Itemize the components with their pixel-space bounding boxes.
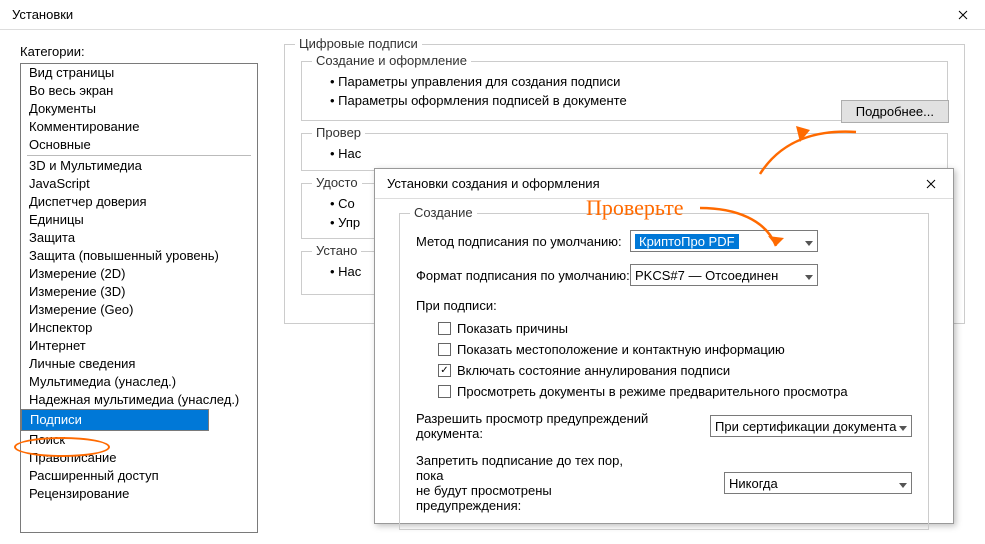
sign-format-label: Формат подписания по умолчанию: — [416, 268, 630, 283]
checkbox-preview-mode[interactable]: Просмотреть документы в режиме предварит… — [438, 384, 912, 399]
sidebar-item[interactable]: Измерение (2D) — [21, 265, 257, 283]
sidebar-item[interactable]: Личные сведения — [21, 355, 257, 373]
sidebar-item[interactable]: Интернет — [21, 337, 257, 355]
dialog-title: Установки создания и оформления — [387, 176, 600, 191]
chevron-down-icon — [805, 234, 813, 249]
sidebar-item[interactable]: Измерение (Geo) — [21, 301, 257, 319]
close-icon — [958, 10, 968, 20]
subgroup-title: Удосто — [312, 175, 362, 190]
sidebar-item[interactable]: Документы — [21, 100, 257, 118]
sign-method-select[interactable]: КриптоПро PDF — [630, 230, 818, 252]
sidebar-item[interactable]: Надежная мультимедиа (унаслед.) — [21, 391, 257, 409]
sidebar-item[interactable]: Защита — [21, 229, 257, 247]
checkbox-include-revocation[interactable]: Включать состояние аннулирования подписи — [438, 363, 912, 378]
sidebar-item[interactable]: Подписи — [21, 409, 209, 431]
forbid-label: Запретить подписание до тех пор, пока не… — [416, 453, 646, 513]
close-icon — [926, 179, 936, 189]
sidebar-item[interactable]: Комментирование — [21, 118, 257, 136]
sidebar-item[interactable]: Единицы — [21, 211, 257, 229]
subgroup-bullet: • Параметры управления для создания подп… — [316, 72, 933, 91]
group-title: Создание — [410, 205, 477, 220]
sidebar-item[interactable]: Защита (повышенный уровень) — [21, 247, 257, 265]
sub-dialog: Установки создания и оформления Создание… — [374, 168, 954, 524]
sidebar-item[interactable]: Мультимедиа (унаслед.) — [21, 373, 257, 391]
category-list[interactable]: Вид страницыВо весь экранДокументыКоммен… — [20, 63, 258, 533]
sign-method-value: КриптоПро PDF — [635, 234, 739, 249]
checkbox-show-reasons[interactable]: Показать причины — [438, 321, 912, 336]
chevron-down-icon — [899, 419, 907, 434]
annotation-ellipse — [14, 437, 110, 457]
sidebar-item[interactable]: 3D и Мультимедиа — [21, 157, 257, 175]
close-button[interactable] — [940, 0, 985, 30]
chevron-down-icon — [805, 268, 813, 283]
sidebar: Категории: Вид страницыВо весь экранДоку… — [20, 44, 258, 533]
sidebar-item[interactable]: JavaScript — [21, 175, 257, 193]
sidebar-item[interactable]: Инспектор — [21, 319, 257, 337]
sidebar-item[interactable]: Расширенный доступ — [21, 467, 257, 485]
sidebar-item[interactable]: Основные — [21, 136, 257, 154]
sidebar-item[interactable]: Рецензирование — [21, 485, 257, 503]
group-title: Цифровые подписи — [295, 36, 422, 51]
sidebar-item[interactable]: Измерение (3D) — [21, 283, 257, 301]
sidebar-item[interactable]: Вид страницы — [21, 64, 257, 82]
category-separator — [27, 155, 251, 156]
warnings-value: При сертификации документа — [715, 419, 896, 434]
subgroup-title: Устано — [312, 243, 361, 258]
sign-format-select[interactable]: PKCS#7 — Отсоединен — [630, 264, 818, 286]
forbid-value: Никогда — [729, 476, 778, 491]
forbid-select[interactable]: Никогда — [724, 472, 912, 494]
subgroup-verification-cut: Провер • Нас — [301, 133, 948, 171]
sign-method-label: Метод подписания по умолчанию: — [416, 234, 630, 249]
sidebar-item[interactable]: Диспетчер доверия — [21, 193, 257, 211]
window-title: Установки — [12, 7, 73, 22]
warnings-select[interactable]: При сертификации документа — [710, 415, 912, 437]
window-titlebar: Установки — [0, 0, 985, 30]
group-creation: Создание Метод подписания по умолчанию: … — [399, 213, 929, 530]
chevron-down-icon — [899, 476, 907, 491]
sign-format-value: PKCS#7 — Отсоединен — [635, 268, 778, 283]
on-signing-label: При подписи: — [416, 298, 912, 313]
more-button[interactable]: Подробнее... — [841, 100, 949, 123]
checkbox-show-location[interactable]: Показать местоположение и контактную инф… — [438, 342, 912, 357]
warnings-label: Разрешить просмотр предупреждений докуме… — [416, 411, 710, 441]
sidebar-label: Категории: — [20, 44, 258, 59]
dialog-close-button[interactable] — [908, 169, 953, 199]
sidebar-item[interactable]: Во весь экран — [21, 82, 257, 100]
subgroup-bullet: • Нас — [316, 144, 933, 163]
annotation-text: Проверьте — [586, 195, 684, 221]
subgroup-title: Создание и оформление — [312, 53, 471, 68]
subgroup-title: Провер — [312, 125, 365, 140]
